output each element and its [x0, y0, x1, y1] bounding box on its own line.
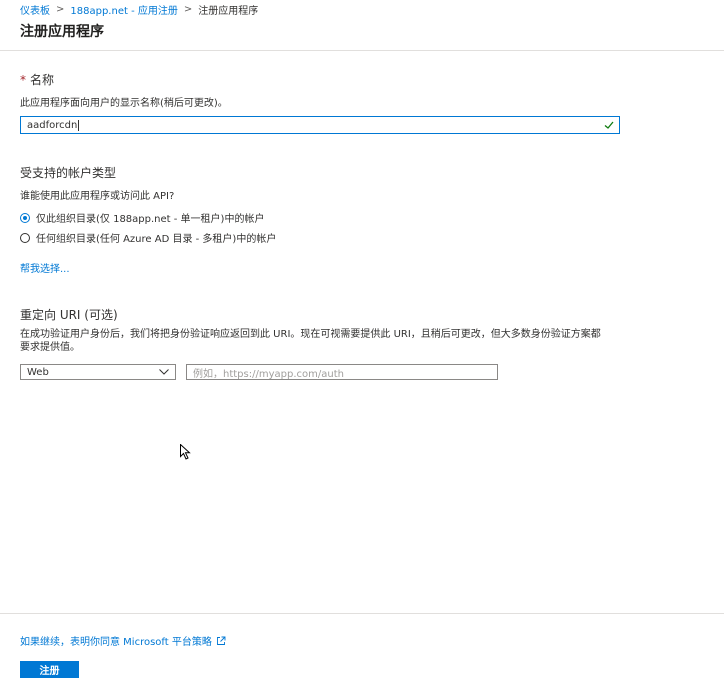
radio-unselected-icon[interactable] [20, 232, 30, 243]
name-description: 此应用程序面向用户的显示名称(稍后可更改)。 [20, 98, 228, 109]
chevron-right-icon: > [183, 4, 193, 15]
platform-policy-link[interactable]: 如果继续，表明你同意 Microsoft 平台策略 [20, 633, 226, 648]
radio-multi-tenant-label: 任何组织目录(任何 Azure AD 目录 - 多租户)中的帐户 [36, 234, 277, 245]
radio-single-tenant[interactable]: 仅此组织目录(仅 188app.net - 单一租户)中的帐户 [20, 210, 264, 225]
breadcrumb-app-registrations[interactable]: 188app.net - 应用注册 [70, 2, 177, 17]
account-types-question: 谁能使用此应用程序或访问此 API? [20, 191, 175, 202]
breadcrumb-dashboard[interactable]: 仪表板 [20, 2, 50, 17]
footer-divider [0, 613, 724, 614]
radio-selected-icon[interactable] [20, 212, 30, 223]
text-cursor [78, 119, 80, 131]
breadcrumb: 仪表板 > 188app.net - 应用注册 > 注册应用程序 [20, 2, 258, 17]
chevron-right-icon: > [56, 4, 65, 15]
page-title: 注册应用程序 [20, 24, 104, 40]
name-heading: * 名称 [20, 71, 54, 88]
account-types-heading: 受支持的帐户类型 [20, 166, 117, 180]
external-link-icon [216, 636, 226, 645]
redirect-uri-input[interactable]: 例如，https://myapp.com/auth [186, 364, 498, 380]
name-input[interactable]: aadforcdn [20, 116, 620, 134]
breadcrumb-current: 注册应用程序 [198, 6, 259, 17]
name-heading-label: 名称 [30, 73, 55, 87]
platform-select[interactable]: Web [20, 364, 176, 380]
mouse-pointer-icon [180, 444, 191, 460]
redirect-heading: 重定向 URI (可选) [20, 308, 118, 322]
redirect-description: 在成功验证用户身份后，我们将把身份验证响应返回到此 URI。现在可视需要提供此 … [20, 329, 601, 353]
header-divider [0, 50, 724, 51]
chevron-down-icon [159, 369, 169, 375]
help-me-choose-link[interactable]: 帮我选择... [20, 260, 70, 275]
platform-policy-text: 如果继续，表明你同意 Microsoft 平台策略 [20, 637, 212, 648]
required-mark: * [20, 73, 26, 87]
checkmark-icon [604, 121, 614, 129]
register-button[interactable]: 注册 [20, 661, 79, 678]
radio-single-tenant-label: 仅此组织目录(仅 188app.net - 单一租户)中的帐户 [36, 214, 265, 225]
radio-multi-tenant[interactable]: 任何组织目录(任何 Azure AD 目录 - 多租户)中的帐户 [20, 230, 276, 245]
name-input-value: aadforcdn [27, 119, 78, 131]
platform-select-value: Web [27, 366, 49, 378]
